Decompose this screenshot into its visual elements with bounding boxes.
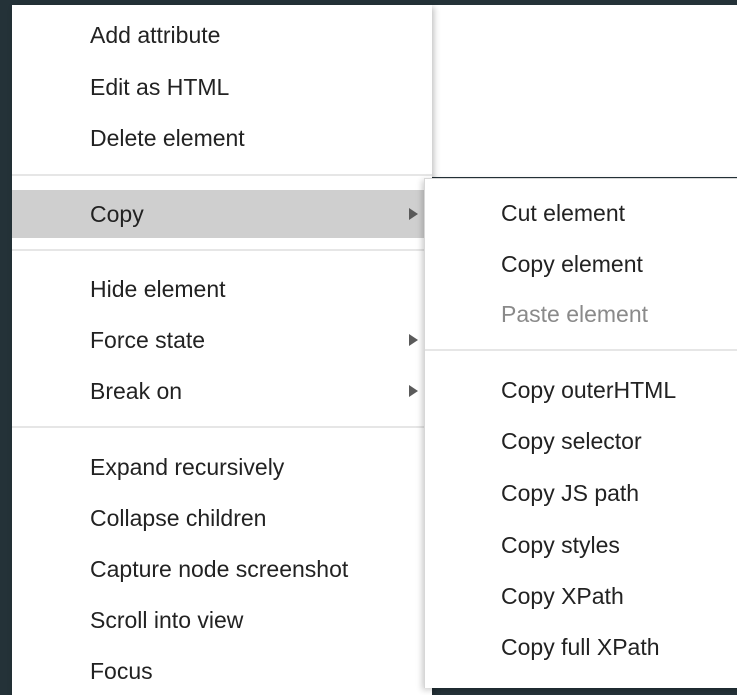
menu-item-copy[interactable]: Copy (12, 190, 432, 238)
menu-item-focus[interactable]: Focus (12, 649, 432, 693)
menu-item-expand-recursively[interactable]: Expand recursively (12, 445, 432, 489)
submenu-item-copy-element[interactable]: Copy element (425, 242, 737, 286)
menu-item-label: Copy selector (501, 428, 642, 454)
menu-item-label: Copy full XPath (501, 634, 660, 660)
menu-separator (12, 249, 432, 251)
submenu-arrow-icon (409, 334, 418, 346)
menu-item-label: Copy element (501, 251, 643, 277)
submenu-item-cut-element[interactable]: Cut element (425, 191, 737, 235)
menu-item-scroll-into-view[interactable]: Scroll into view (12, 598, 432, 642)
menu-item-label: Break on (90, 378, 183, 404)
submenu-item-paste-element: Paste element (425, 292, 737, 336)
context-menu: Add attribute Edit as HTML Delete elemen… (12, 5, 432, 695)
menu-item-label: Cut element (501, 200, 626, 226)
menu-item-delete-element[interactable]: Delete element (12, 116, 432, 160)
submenu-item-copy-outerhtml[interactable]: Copy outerHTML (425, 368, 737, 412)
menu-item-break-on[interactable]: Break on (12, 369, 432, 413)
copy-submenu: Cut element Copy element Paste element C… (424, 178, 737, 688)
menu-separator (12, 174, 432, 176)
menu-item-capture-node-screenshot[interactable]: Capture node screenshot (12, 547, 432, 591)
menu-item-add-attribute[interactable]: Add attribute (12, 13, 432, 57)
menu-item-label: Focus (90, 658, 153, 684)
menu-item-label: Scroll into view (90, 607, 244, 633)
menu-item-label: Copy XPath (501, 583, 624, 609)
menu-separator (425, 349, 737, 351)
submenu-item-copy-full-xpath[interactable]: Copy full XPath (425, 625, 737, 669)
submenu-item-copy-selector[interactable]: Copy selector (425, 419, 737, 463)
menu-item-label: Force state (90, 327, 206, 353)
menu-item-collapse-children[interactable]: Collapse children (12, 496, 432, 540)
menu-item-label: Copy (90, 201, 144, 227)
menu-item-hide-element[interactable]: Hide element (12, 267, 432, 311)
menu-item-label: Capture node screenshot (90, 556, 349, 582)
menu-item-force-state[interactable]: Force state (12, 318, 432, 362)
menu-item-label: Edit as HTML (90, 74, 230, 100)
menu-item-label: Paste element (501, 301, 649, 327)
menu-item-label: Expand recursively (90, 454, 285, 480)
menu-item-label: Delete element (90, 125, 245, 151)
submenu-item-copy-styles[interactable]: Copy styles (425, 523, 737, 567)
menu-item-label: Copy styles (501, 532, 620, 558)
submenu-arrow-icon (409, 208, 418, 220)
menu-item-edit-as-html[interactable]: Edit as HTML (12, 65, 432, 109)
menu-separator (12, 426, 432, 428)
devtools-panel-background (432, 5, 737, 177)
menu-item-label: Hide element (90, 276, 226, 302)
submenu-arrow-icon (409, 385, 418, 397)
menu-item-label: Copy JS path (501, 480, 640, 506)
menu-item-label: Add attribute (90, 22, 221, 48)
menu-item-label: Collapse children (90, 505, 267, 531)
submenu-item-copy-js-path[interactable]: Copy JS path (425, 471, 737, 515)
menu-item-label: Copy outerHTML (501, 377, 677, 403)
submenu-item-copy-xpath[interactable]: Copy XPath (425, 574, 737, 618)
